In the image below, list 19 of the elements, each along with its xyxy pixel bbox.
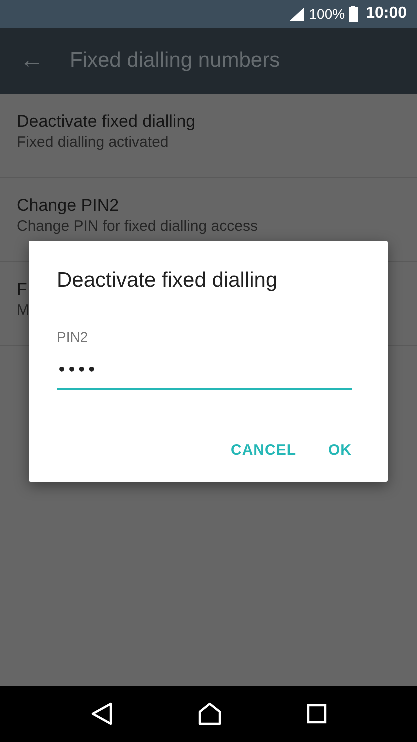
setting-title[interactable]: Deactivate fixed dialling [17, 111, 400, 133]
cancel-button[interactable]: CANCEL [227, 434, 300, 468]
field-label: PIN2 [57, 328, 90, 346]
clock-time: 10:00 [366, 4, 407, 24]
battery-percent: 100% [309, 4, 346, 24]
home-icon[interactable] [198, 702, 222, 726]
battery-icon [349, 6, 358, 22]
dialog-title: Deactivate fixed dialling [57, 268, 279, 294]
setting-subtitle: Fixed dialling activated [17, 133, 170, 153]
screen-title: Fixed dialling numbers [70, 48, 280, 74]
back-button[interactable]: ← [20, 49, 44, 73]
recent-apps-icon[interactable] [306, 704, 326, 724]
signal-icon [289, 7, 306, 21]
setting-subtitle: Change PIN for fixed dialling access [17, 217, 259, 237]
setting-subtitle: M [17, 301, 30, 321]
setting-title[interactable]: Change PIN2 [17, 195, 400, 217]
ok-button[interactable]: OK [324, 434, 356, 468]
back-nav-icon[interactable] [90, 702, 112, 726]
pin-input-field[interactable]: •••• [57, 352, 352, 390]
